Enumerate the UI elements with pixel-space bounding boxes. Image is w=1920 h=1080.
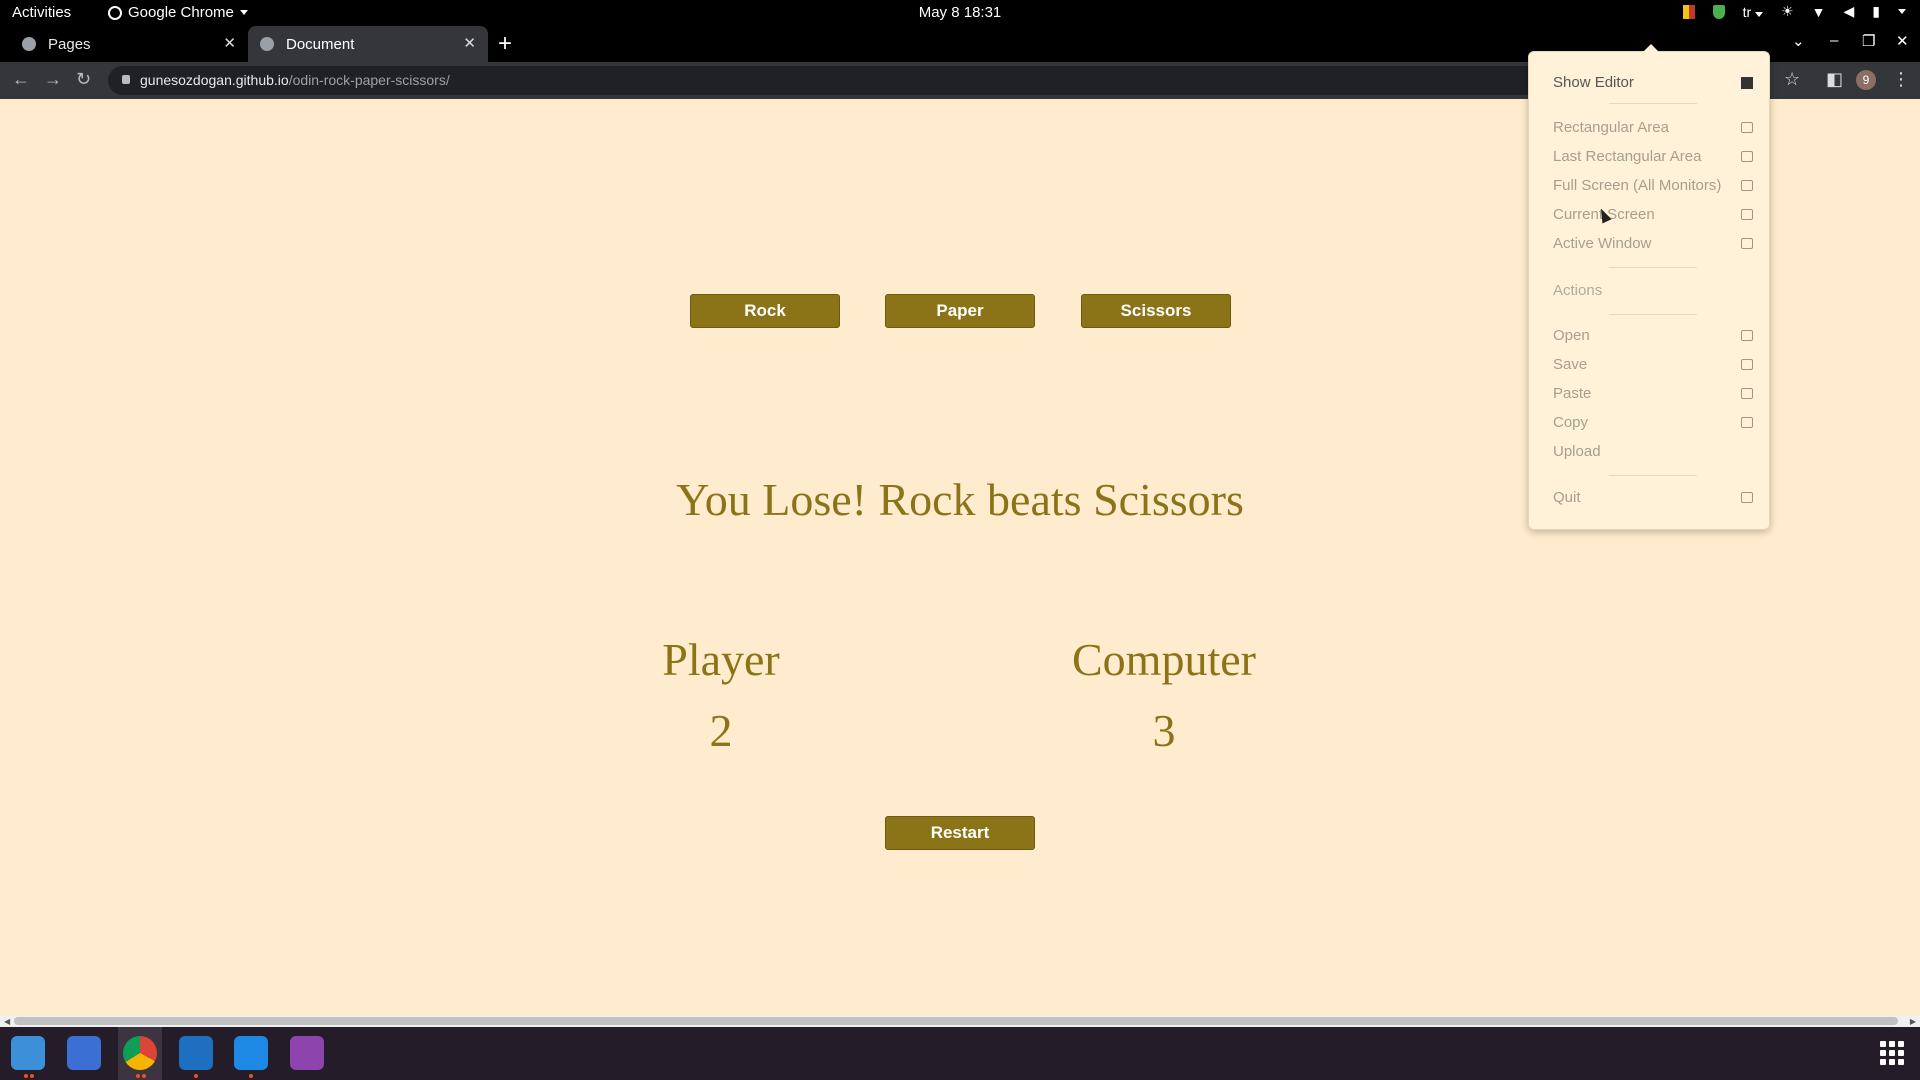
language-indicator[interactable]: tr bbox=[1743, 4, 1764, 20]
bookmark-app-icon[interactable] bbox=[67, 1036, 101, 1070]
show-apps-grid-icon[interactable] bbox=[1880, 1041, 1904, 1065]
rectangular-area-item[interactable]: Rectangular Area bbox=[1553, 117, 1753, 139]
upload-arrow-icon bbox=[1741, 330, 1753, 341]
full-screen-item[interactable]: Full Screen (All Monitors) bbox=[1553, 175, 1753, 197]
close-window-button[interactable]: ✕ bbox=[1896, 32, 1909, 50]
region-icon bbox=[1741, 122, 1753, 133]
tab-pages[interactable]: Pages ✕ bbox=[8, 26, 248, 62]
tab-title: Document bbox=[286, 35, 355, 53]
player-label: Player bbox=[662, 634, 780, 685]
tab-title: Pages bbox=[48, 35, 91, 53]
computer-score: 3 bbox=[1152, 705, 1176, 756]
screenshot-tool-icon[interactable] bbox=[290, 1036, 324, 1070]
running-indicator bbox=[142, 1074, 146, 1078]
vscode-icon[interactable] bbox=[179, 1036, 213, 1070]
address-bar[interactable]: gunesozdogan.github.io/odin-rock-paper-s… bbox=[108, 66, 1548, 95]
system-tray: tr ☀ ▼ ◀ ▮ bbox=[1682, 3, 1906, 20]
running-indicator bbox=[30, 1074, 34, 1078]
rock-button[interactable]: Rock bbox=[690, 294, 840, 328]
current-screen-item[interactable]: Current Screen bbox=[1553, 204, 1753, 226]
wifi-icon[interactable]: ▼ bbox=[1812, 4, 1826, 20]
bookmark-star-icon[interactable]: ☆ bbox=[1784, 69, 1800, 90]
flameshot-menu: Show Editor Rectangular Area Last Rectan… bbox=[1528, 44, 1770, 530]
paste-item[interactable]: Paste bbox=[1553, 383, 1753, 405]
actions-header: Actions bbox=[1553, 282, 1603, 299]
github-icon bbox=[22, 37, 36, 51]
close-tab-icon[interactable]: ✕ bbox=[463, 34, 476, 52]
joplin-icon[interactable] bbox=[234, 1036, 268, 1070]
menu-separator bbox=[1609, 314, 1697, 315]
horizontal-scrollbar[interactable]: ◀ ▶ bbox=[0, 1015, 1920, 1027]
paste-icon bbox=[1741, 388, 1753, 399]
restart-button[interactable]: Restart bbox=[885, 816, 1035, 850]
region-icon bbox=[1741, 151, 1753, 162]
url-host: gunesozdogan.github.io bbox=[140, 72, 289, 88]
menu-separator bbox=[1609, 103, 1697, 104]
files-icon[interactable] bbox=[11, 1036, 45, 1070]
copy-icon bbox=[1741, 417, 1753, 428]
menu-separator bbox=[1609, 267, 1697, 268]
system-top-bar: Activities Google Chrome May 8 18:31 tr … bbox=[0, 0, 1920, 26]
menu-separator bbox=[1609, 475, 1697, 476]
show-editor-item[interactable]: Show Editor bbox=[1553, 72, 1753, 94]
maximize-button[interactable]: ❐ bbox=[1862, 32, 1875, 50]
side-panel-icon[interactable]: ◧ bbox=[1826, 69, 1843, 90]
running-indicator bbox=[24, 1074, 28, 1078]
running-indicator bbox=[249, 1074, 253, 1078]
dock bbox=[0, 1027, 1920, 1080]
kebab-menu-icon[interactable]: ⋮ bbox=[1892, 69, 1910, 90]
battery-icon[interactable]: ▮ bbox=[1872, 3, 1880, 20]
menu-item-label: Show Editor bbox=[1553, 74, 1634, 91]
player-score: 2 bbox=[709, 705, 733, 756]
save-icon bbox=[1741, 359, 1753, 370]
computer-label: Computer bbox=[1072, 634, 1256, 685]
last-rectangular-area-item[interactable]: Last Rectangular Area bbox=[1553, 146, 1753, 168]
shield-icon[interactable] bbox=[1712, 4, 1725, 19]
fullscreen-icon bbox=[1741, 209, 1753, 220]
volume-icon[interactable]: ◀ bbox=[1844, 3, 1855, 20]
minimize-button[interactable]: – bbox=[1830, 32, 1838, 49]
chrome-icon[interactable] bbox=[123, 1036, 157, 1070]
tab-search-chevron-icon[interactable]: ⌄ bbox=[1792, 32, 1805, 50]
window-icon bbox=[1741, 238, 1753, 249]
copy-item[interactable]: Copy bbox=[1553, 412, 1753, 434]
running-indicator bbox=[136, 1074, 140, 1078]
editor-icon bbox=[1741, 77, 1753, 89]
exit-icon bbox=[1741, 492, 1753, 503]
forward-icon[interactable]: → bbox=[44, 69, 62, 90]
scroll-right-arrow-icon[interactable]: ▶ bbox=[1910, 1017, 1916, 1026]
upload-item[interactable]: Upload bbox=[1553, 441, 1753, 463]
paper-button[interactable]: Paper bbox=[885, 294, 1035, 328]
close-tab-icon[interactable]: ✕ bbox=[223, 34, 236, 52]
flameshot-tray-icon[interactable] bbox=[1682, 4, 1695, 19]
brightness-icon[interactable]: ☀ bbox=[1781, 3, 1794, 20]
new-tab-button[interactable]: + bbox=[498, 30, 512, 58]
active-window-item[interactable]: Active Window bbox=[1553, 233, 1753, 255]
scrollbar-thumb[interactable] bbox=[14, 1017, 1898, 1025]
profile-avatar[interactable]: 9 bbox=[1856, 70, 1876, 90]
scissors-button[interactable]: Scissors bbox=[1081, 294, 1231, 328]
running-indicator bbox=[194, 1074, 198, 1078]
quit-item[interactable]: Quit bbox=[1553, 487, 1753, 509]
lock-icon[interactable] bbox=[122, 75, 130, 84]
save-item[interactable]: Save bbox=[1553, 354, 1753, 376]
back-icon[interactable]: ← bbox=[12, 69, 30, 90]
scroll-left-arrow-icon[interactable]: ◀ bbox=[4, 1017, 10, 1026]
fullscreen-icon bbox=[1741, 180, 1753, 191]
tab-document[interactable]: Document ✕ bbox=[248, 26, 488, 62]
open-item[interactable]: Open bbox=[1553, 325, 1753, 347]
system-menu-chevron-icon[interactable] bbox=[1898, 9, 1906, 14]
reload-icon[interactable]: ↻ bbox=[76, 69, 91, 90]
clock[interactable]: May 8 18:31 bbox=[0, 4, 1920, 21]
globe-icon bbox=[260, 37, 274, 51]
url-path: /odin-rock-paper-scissors/ bbox=[288, 72, 450, 88]
